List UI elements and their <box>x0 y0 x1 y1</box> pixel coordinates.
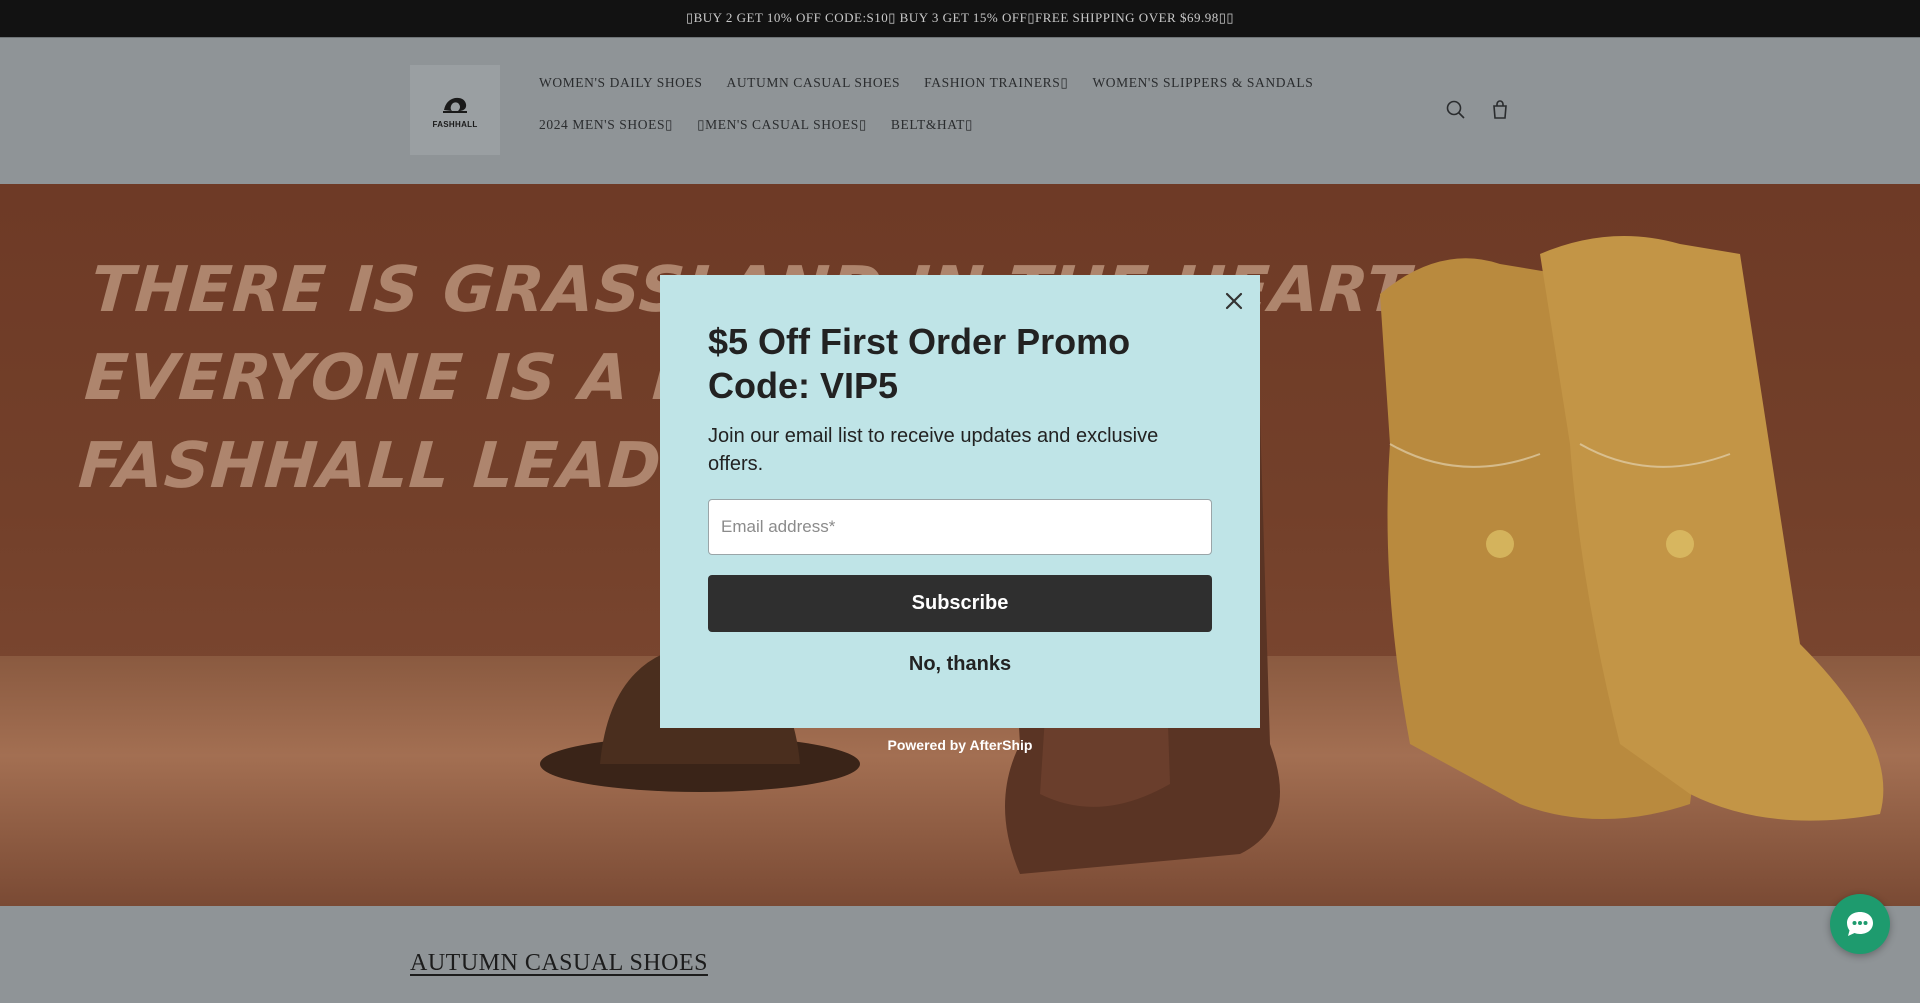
nav-item-belt-hat[interactable]: BELT&HAT▯ <box>879 117 985 133</box>
announcement-bar: ▯BUY 2 GET 10% OFF CODE:S10▯ BUY 3 GET 1… <box>0 0 1920 37</box>
chat-button[interactable] <box>1830 894 1890 954</box>
collection-section: AUTUMN CASUAL SHOES <box>0 906 1920 1003</box>
popup-title: $5 Off First Order Promo Code: VIP5 <box>708 321 1131 406</box>
close-icon[interactable] <box>1221 288 1247 314</box>
nav-item-mens-casual-shoes[interactable]: ▯MEN'S CASUAL SHOES▯ <box>685 117 879 133</box>
nav-row: 2024 MEN'S SHOES▯ ▯MEN'S CASUAL SHOES▯ B… <box>527 104 1367 146</box>
powered-by-text: Powered by AfterShip <box>887 737 1033 753</box>
chat-bubble-icon <box>1847 912 1873 936</box>
collection-title-link[interactable]: AUTUMN CASUAL SHOES <box>410 950 708 977</box>
search-icon[interactable] <box>1444 98 1468 122</box>
cart-icon[interactable] <box>1488 98 1512 122</box>
nav-item-womens-slippers-sandals[interactable]: WOMEN'S SLIPPERS & SANDALS <box>1080 75 1325 91</box>
nav-item-womens-daily-shoes[interactable]: WOMEN'S DAILY SHOES <box>527 75 714 91</box>
popup-description: Join our email list to receive updates a… <box>708 425 1159 475</box>
nav-item-autumn-casual-shoes[interactable]: AUTUMN CASUAL SHOES <box>714 75 912 91</box>
logo-mark-icon <box>443 97 467 113</box>
no-thanks-button[interactable]: No, thanks <box>708 653 1212 676</box>
announcement-text: ▯BUY 2 GET 10% OFF CODE:S10▯ BUY 3 GET 1… <box>685 10 1235 25</box>
email-field[interactable] <box>708 499 1212 555</box>
logo-text: FASHHALL <box>432 119 478 129</box>
nav-item-2024-mens-shoes[interactable]: 2024 MEN'S SHOES▯ <box>527 117 685 133</box>
nav-item-fashion-trainers[interactable]: FASHION TRAINERS▯ <box>912 75 1080 91</box>
main-nav: WOMEN'S DAILY SHOES AUTUMN CASUAL SHOES … <box>527 62 1367 146</box>
site-logo[interactable]: FASHHALL <box>410 65 500 155</box>
subscribe-button[interactable]: Subscribe <box>708 575 1212 632</box>
nav-row: WOMEN'S DAILY SHOES AUTUMN CASUAL SHOES … <box>527 62 1367 104</box>
site-header: FASHHALL WOMEN'S DAILY SHOES AUTUMN CASU… <box>0 38 1920 184</box>
